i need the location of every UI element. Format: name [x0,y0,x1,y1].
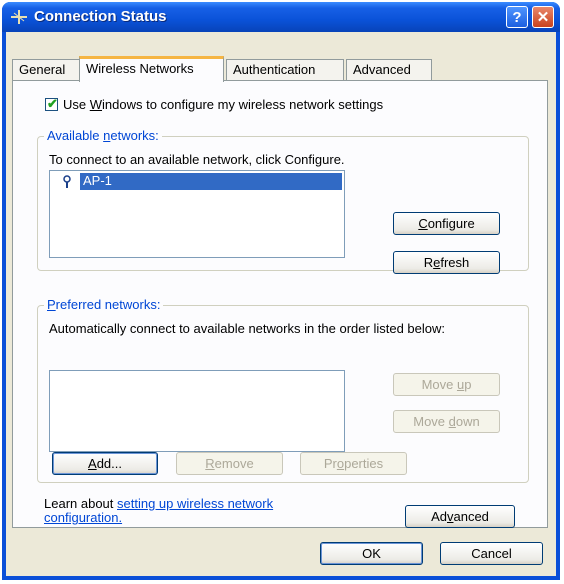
move-down-button[interactable]: Move down [393,410,500,433]
tab-wireless-networks[interactable]: Wireless Networks [79,56,224,82]
refresh-label: Refresh [423,255,470,270]
available-instruction: To connect to an available network, clic… [49,152,345,167]
help-icon: ? [512,8,522,26]
wireless-networks-panel: ✔ Use Windows to configure my wireless n… [12,80,548,528]
setup-wireless-link-continued[interactable]: configuration. [44,510,122,525]
remove-button[interactable]: Remove [176,452,283,475]
move-down-label: Move down [413,414,480,429]
available-networks-list[interactable]: AP-1 [49,170,345,258]
wireless-antenna-icon [63,175,71,188]
add-label: Add... [88,456,122,471]
dialog-client-area: General Wireless Networks Authentication… [6,32,556,576]
use-windows-checkbox[interactable]: ✔ [45,96,58,111]
available-networks-label: Available networks: [44,128,162,143]
dialog-window: Connection Status ? ✕ General Wireless N… [2,2,560,580]
cancel-label: Cancel [471,546,512,561]
preferred-instruction: Automatically connect to available netwo… [49,321,445,336]
close-icon: ✕ [536,9,550,26]
tab-general[interactable]: General [12,59,80,80]
setup-wireless-link[interactable]: setting up wireless network [117,496,273,511]
refresh-button[interactable]: Refresh [393,251,500,274]
network-item-ap-1[interactable]: AP-1 [80,173,342,190]
advanced-label: Advanced [431,509,489,524]
add-button[interactable]: Add... [52,452,158,475]
checkmark-icon: ✔ [47,96,58,111]
cancel-button[interactable]: Cancel [440,542,543,565]
close-button[interactable]: ✕ [532,6,554,28]
tab-label: Authentication [233,62,316,77]
preferred-networks-label: Preferred networks: [44,297,164,312]
ok-button[interactable]: OK [320,542,423,565]
move-up-button[interactable]: Move up [393,373,500,396]
tab-label: General [19,62,66,77]
properties-button[interactable]: Properties [300,452,407,475]
tab-label: Advanced [353,62,411,77]
properties-label: Properties [323,456,384,471]
learn-about-text: Learn about setting up wireless network … [44,496,274,525]
tab-label: Wireless Networks [86,61,194,76]
help-button[interactable]: ? [506,6,528,28]
tab-authentication[interactable]: Authentication [226,59,344,80]
title-bar[interactable]: Connection Status ? ✕ [2,2,560,32]
advanced-button[interactable]: Advanced [405,505,515,528]
use-windows-label[interactable]: Use Windows to configure my wireless net… [63,97,383,112]
network-connection-icon [11,10,27,24]
network-name: AP-1 [83,173,112,188]
preferred-networks-list[interactable] [49,370,345,452]
ok-label: OK [362,546,381,561]
configure-button[interactable]: Configure [393,212,500,235]
tab-advanced[interactable]: Advanced [346,59,432,80]
window-title: Connection Status [34,8,167,25]
remove-label: Remove [205,456,254,471]
move-up-label: Move up [421,377,472,392]
configure-label: Configure [418,216,475,231]
